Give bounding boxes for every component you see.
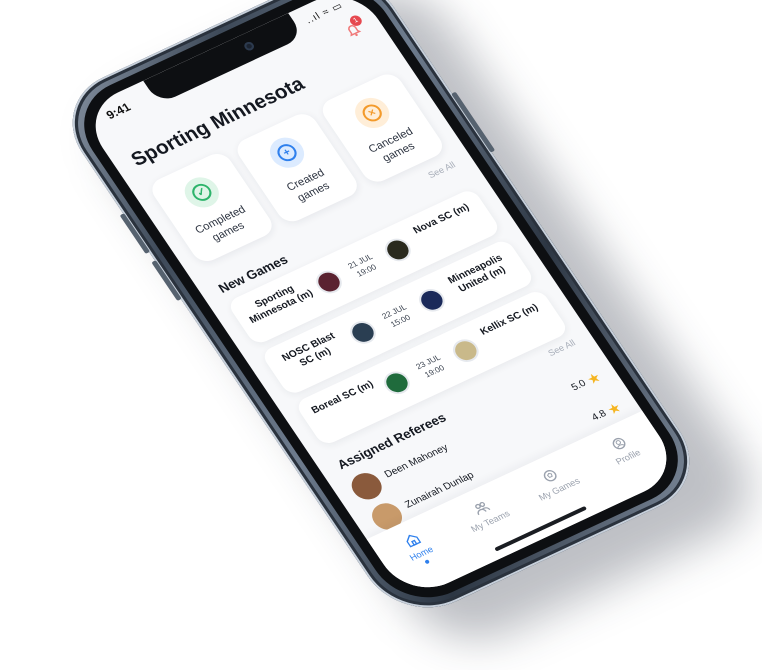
check-circle-icon: ✓ [178,172,226,213]
home-team-name: Boreal SC (m) [309,379,376,417]
camera [242,40,256,52]
away-team-name: Kellix SC (m) [478,302,541,338]
referee-avatar [346,468,388,504]
away-team-logo [414,285,450,316]
status-icons: ..ıl ≈ ▭ [303,0,346,27]
home-team-logo [379,367,415,398]
home-team-logo [311,266,347,298]
x-circle-icon: × [348,92,396,134]
game-datetime: 22 JUL 15:00 [375,300,420,334]
away-team-name: Nova SC (m) [411,201,472,237]
completed-games-label: Completed games [192,203,249,244]
x-symbol: × [358,101,386,125]
canceled-games-label: Canceled games [366,125,418,165]
home-team-name: Sporting Minnesota (m) [247,283,316,326]
game-datetime: 21 JUL 19:00 [341,249,386,283]
home-team-logo [345,317,381,348]
plus-symbol: + [273,141,301,165]
game-datetime: 23 JUL 19:00 [409,350,454,384]
home-team-name: NOSC Blast SC (m) [280,330,338,369]
referee-rating: 4.8 [589,408,609,424]
created-games-label: Created games [284,167,332,205]
active-tab-indicator [424,559,431,565]
plus-circle-icon: + [263,132,311,173]
away-team-name: Minneapolis United (m) [446,252,508,295]
referee-rating: 5.0 [569,378,589,394]
away-team-logo [448,335,484,366]
status-time: 9:41 [103,100,134,122]
away-team-logo [380,234,416,266]
new-games-see-all-link[interactable]: See All [426,160,457,180]
check-symbol: ✓ [188,181,216,204]
